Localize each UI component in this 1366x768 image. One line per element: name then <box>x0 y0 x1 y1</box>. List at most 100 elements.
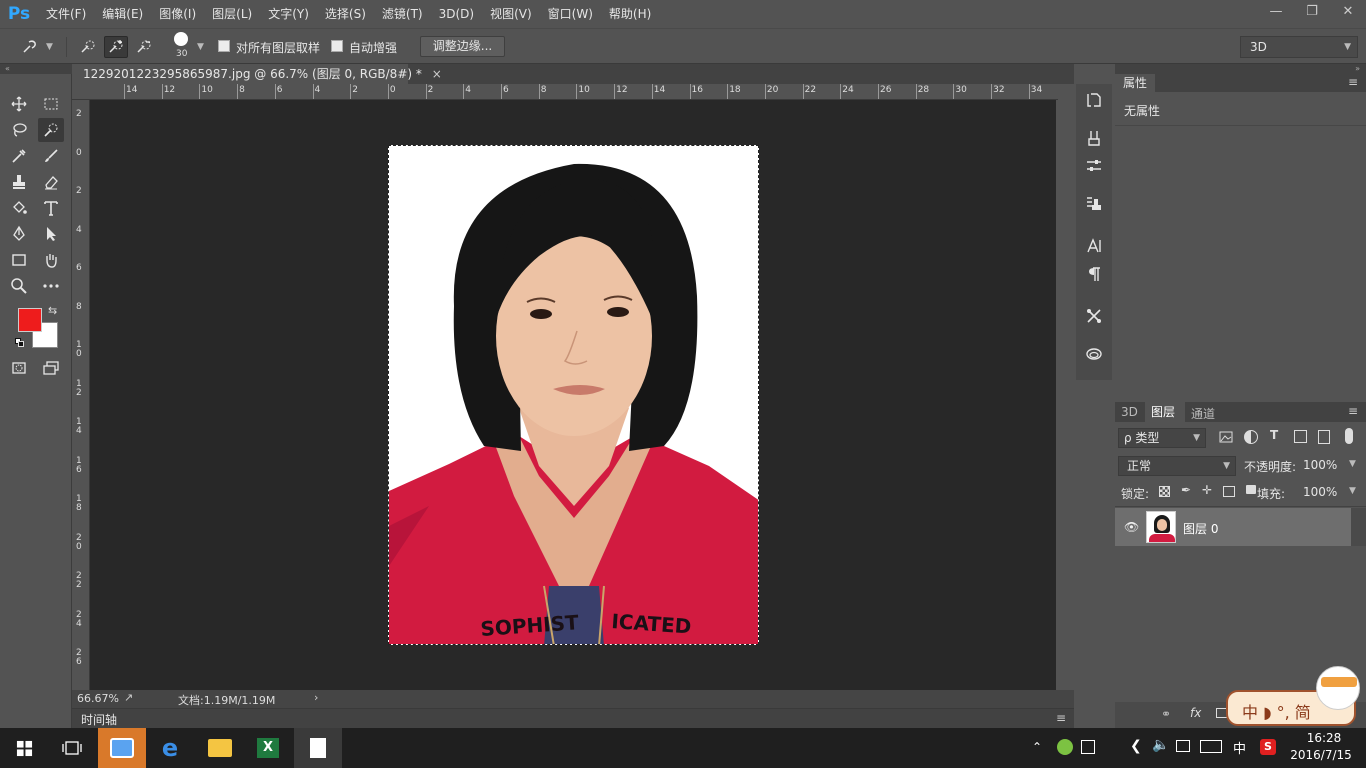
eyedropper-tool-icon[interactable] <box>6 144 32 168</box>
input-language[interactable]: 中 <box>1233 738 1246 757</box>
menu-select[interactable]: 选择(S) <box>317 0 374 28</box>
marquee-tool-icon[interactable] <box>38 92 64 116</box>
rectangle-tool-icon[interactable] <box>6 248 32 272</box>
foreground-color-swatch[interactable] <box>18 308 42 332</box>
filter-pixel-icon[interactable] <box>1219 430 1233 444</box>
subtract-from-selection-icon[interactable] <box>132 36 156 58</box>
wifi-icon[interactable]: ❮ <box>1130 738 1142 754</box>
collapse-toggle[interactable]: « <box>0 64 72 74</box>
tool-presets-icon[interactable] <box>1076 302 1112 330</box>
tab-layers[interactable]: 图层 <box>1145 402 1185 422</box>
add-to-selection-icon[interactable] <box>104 36 128 58</box>
timeline-tab[interactable]: 时间轴 <box>81 711 117 728</box>
more-tools-icon[interactable] <box>38 274 64 298</box>
tab-3d[interactable]: 3D <box>1121 405 1138 419</box>
zoom-level[interactable]: 66.67% <box>77 692 119 705</box>
menu-view[interactable]: 视图(V) <box>482 0 540 28</box>
menu-window[interactable]: 窗口(W) <box>540 0 601 28</box>
layer-row[interactable]: 👁 图层 0 <box>1115 508 1351 546</box>
tray-device-icon[interactable] <box>1081 740 1095 754</box>
clone-source-icon[interactable] <box>1076 190 1112 218</box>
move-tool-icon[interactable] <box>6 92 32 116</box>
lock-position-icon[interactable]: ✛ <box>1202 483 1212 497</box>
filter-smart-object-icon[interactable] <box>1318 430 1330 444</box>
lock-all-icon[interactable] <box>1246 485 1256 494</box>
panel-menu-icon[interactable]: ≡ <box>1056 711 1066 725</box>
path-selection-tool-icon[interactable] <box>38 222 64 246</box>
auto-enhance-checkbox[interactable] <box>331 40 343 52</box>
brushes-icon[interactable] <box>1076 124 1112 152</box>
start-button[interactable] <box>0 728 48 768</box>
notification-icon[interactable] <box>1176 740 1190 752</box>
lock-transparent-icon[interactable] <box>1159 486 1170 497</box>
properties-tab[interactable]: 属性 <box>1115 74 1155 92</box>
volume-icon[interactable]: 🔈 <box>1152 737 1169 753</box>
quick-selection-tool-icon[interactable] <box>38 118 64 142</box>
sogou-ime-icon[interactable]: S <box>1260 739 1276 755</box>
layers-scrollbar[interactable] <box>1351 508 1366 546</box>
opacity-value[interactable]: 100% <box>1303 458 1337 472</box>
pen-tool-icon[interactable] <box>6 222 32 246</box>
menu-help[interactable]: 帮助(H) <box>601 0 659 28</box>
filter-adjustment-icon[interactable] <box>1244 430 1258 444</box>
layer-name[interactable]: 图层 0 <box>1183 520 1218 537</box>
chevron-down-icon[interactable]: ▼ <box>197 42 204 52</box>
document-tab[interactable]: 1229201223295865987.jpg @ 66.7% (图层 0, R… <box>72 64 442 84</box>
lock-artboard-icon[interactable] <box>1223 486 1235 497</box>
layer-filter-select[interactable]: ρ 类型 ▼ <box>1118 428 1206 448</box>
default-colors-icon[interactable] <box>15 338 25 348</box>
menu-image[interactable]: 图像(I) <box>151 0 204 28</box>
excel-icon[interactable]: X <box>244 728 292 768</box>
panel-menu-icon[interactable]: ≡ <box>1348 75 1358 89</box>
filter-type-icon[interactable]: T <box>1270 428 1278 442</box>
zoom-tool-icon[interactable] <box>6 274 32 298</box>
sample-all-layers-checkbox[interactable] <box>218 40 230 52</box>
paint-bucket-tool-icon[interactable] <box>6 196 32 220</box>
adjustments-icon[interactable] <box>1076 152 1112 180</box>
lock-pixels-icon[interactable]: ✒ <box>1181 483 1191 497</box>
hand-tool-icon[interactable] <box>38 248 64 272</box>
blend-mode-select[interactable]: 正常 ▼ <box>1118 456 1236 476</box>
menu-filter[interactable]: 滤镜(T) <box>374 0 431 28</box>
clock-time[interactable]: 16:28 <box>1294 731 1354 745</box>
restore-button[interactable]: ❐ <box>1294 0 1330 22</box>
stamp-tool-icon[interactable] <box>6 170 32 194</box>
menu-type[interactable]: 文字(Y) <box>260 0 317 28</box>
close-button[interactable]: ✕ <box>1330 0 1366 22</box>
libraries-icon[interactable] <box>1076 340 1112 368</box>
eye-icon[interactable]: 👁 <box>1124 520 1139 534</box>
filter-toggle-icon[interactable] <box>1345 428 1353 444</box>
filter-shape-icon[interactable] <box>1294 430 1307 443</box>
chevron-down-icon[interactable]: ▼ <box>1349 486 1356 496</box>
panel-menu-icon[interactable]: ≡ <box>1348 404 1358 418</box>
link-layers-icon[interactable]: ⚭ <box>1161 707 1171 721</box>
brush-tool-icon[interactable] <box>38 144 64 168</box>
chevron-up-icon[interactable]: ⌃ <box>1032 740 1042 754</box>
menu-layer[interactable]: 图层(L) <box>204 0 260 28</box>
task-view-icon[interactable] <box>48 728 96 768</box>
document-app-icon[interactable] <box>294 728 342 768</box>
character-icon[interactable] <box>1076 232 1112 260</box>
clock-date[interactable]: 2016/7/15 <box>1285 748 1357 762</box>
refine-edge-button[interactable]: 调整边缘... <box>420 36 505 57</box>
swap-colors-icon[interactable]: ⇆ <box>48 304 57 317</box>
export-icon[interactable]: ↗ <box>124 691 133 704</box>
tab-channels[interactable]: 通道 <box>1191 405 1215 422</box>
quick-mask-icon[interactable] <box>6 356 32 380</box>
keyboard-icon[interactable] <box>1200 740 1222 753</box>
collapse-toggle[interactable]: » <box>1115 64 1366 74</box>
tray-app-icon[interactable] <box>1057 739 1073 755</box>
menu-edit[interactable]: 编辑(E) <box>94 0 151 28</box>
history-icon[interactable] <box>1076 86 1112 114</box>
fill-value[interactable]: 100% <box>1303 485 1337 499</box>
edge-browser-icon[interactable]: e <box>146 728 194 768</box>
new-selection-icon[interactable] <box>76 36 100 58</box>
app-screenshot-tool-icon[interactable] <box>98 728 146 768</box>
ime-widget[interactable]: 中 ◗ °, 简 <box>1226 666 1360 726</box>
close-tab-icon[interactable]: × <box>432 67 442 81</box>
fx-icon[interactable]: fx <box>1190 706 1201 720</box>
workspace-select[interactable]: 3D ▼ <box>1240 36 1358 58</box>
paragraph-icon[interactable] <box>1076 260 1112 288</box>
brush-preview-icon[interactable] <box>174 32 188 46</box>
tool-preset-picker-icon[interactable] <box>18 36 42 58</box>
